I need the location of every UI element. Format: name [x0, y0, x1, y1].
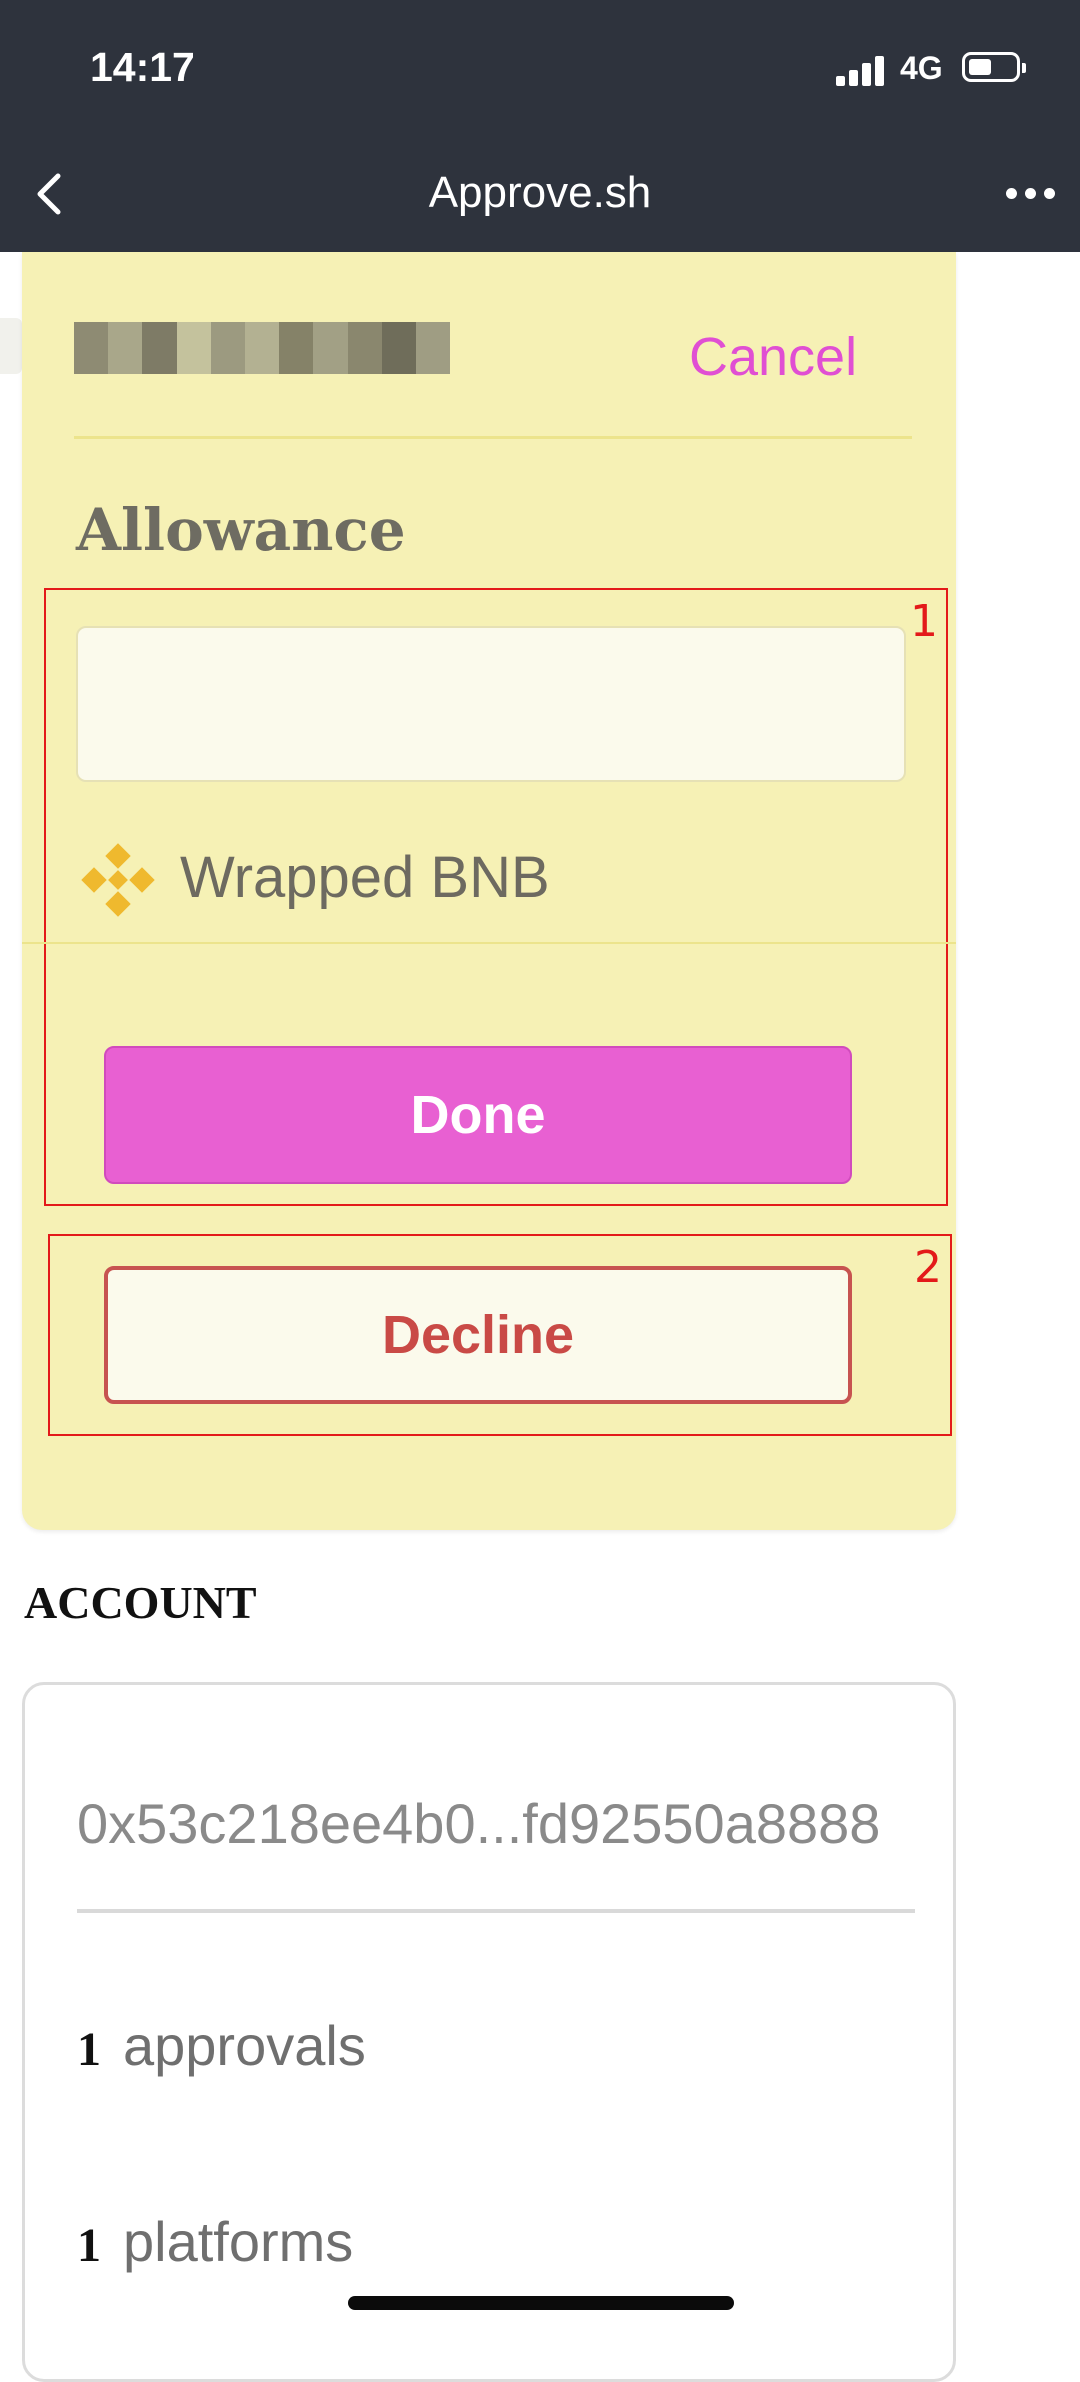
side-tab	[0, 318, 22, 374]
stat-approvals-count: 1	[77, 2023, 101, 2076]
stat-approvals[interactable]: 1 approvals	[77, 2013, 366, 2078]
done-button[interactable]: Done	[104, 1046, 852, 1184]
page-title: Approve.sh	[428, 168, 652, 217]
home-indicator[interactable]	[348, 2296, 734, 2310]
status-time: 14:17	[90, 44, 195, 90]
nav-bar: Approve.sh	[0, 136, 1080, 252]
battery-icon	[962, 52, 1026, 82]
status-bar: 14:17 4G	[0, 0, 1080, 136]
bnb-icon	[81, 843, 155, 917]
allowance-dialog: Cancel Allowance 1 Wrapped BNB Done 2 De…	[22, 252, 956, 1530]
cancel-button[interactable]: Cancel	[689, 326, 857, 388]
account-heading: ACCOUNT	[24, 1577, 257, 1628]
allowance-heading: Allowance	[76, 496, 406, 564]
annotation-label-1: 1	[910, 596, 938, 647]
stat-platforms[interactable]: 1 platforms	[77, 2209, 353, 2274]
more-dots-icon[interactable]	[1006, 188, 1056, 202]
stat-approvals-label: approvals	[123, 2014, 366, 2077]
signal-icon	[836, 52, 886, 86]
stat-platforms-count: 1	[77, 2219, 101, 2272]
allowance-input[interactable]	[76, 626, 906, 782]
stat-platforms-label: platforms	[123, 2210, 354, 2273]
blurred-account-name	[74, 322, 451, 374]
token-name: Wrapped BNB	[180, 845, 550, 910]
annotation-label-2: 2	[914, 1242, 942, 1293]
wallet-address[interactable]: 0x53c218ee4b0...fd92550a8888	[77, 1791, 880, 1856]
network-type: 4G	[900, 50, 943, 86]
divider	[22, 942, 956, 944]
decline-button[interactable]: Decline	[104, 1266, 852, 1404]
account-card: 0x53c218ee4b0...fd92550a8888 1 approvals …	[22, 1682, 956, 2382]
divider	[77, 1909, 915, 1913]
divider	[74, 436, 912, 439]
